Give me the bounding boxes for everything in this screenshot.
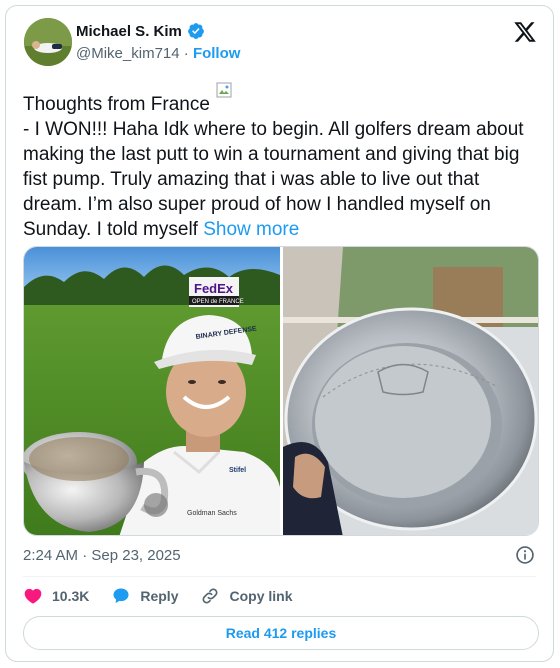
tweet-text: Thoughts from France - I WON!!! Haha Idk…: [23, 82, 538, 242]
divider: [23, 576, 536, 577]
link-icon: [203, 588, 218, 604]
action-bar: 10.3K Reply Copy link: [23, 584, 315, 608]
photo-winner-selfie[interactable]: FedEx OPEN de FRANCE Stifel Goldman Sach…: [24, 247, 280, 535]
reply-button[interactable]: Reply: [111, 586, 178, 606]
x-logo-icon[interactable]: [513, 20, 537, 44]
tweet-card: Michael S. Kim @Mike_kim714 · Follow Tho…: [5, 5, 554, 662]
author-name[interactable]: Michael S. Kim: [76, 23, 182, 40]
handle-separator: ·: [183, 45, 189, 62]
follow-link[interactable]: Follow: [193, 45, 241, 62]
shirt-sponsor-text: Goldman Sachs: [187, 510, 237, 517]
author-handle[interactable]: @Mike_kim714: [76, 45, 180, 62]
copy-link-button[interactable]: Copy link: [200, 586, 293, 606]
like-button[interactable]: 10.3K: [23, 586, 89, 606]
shirt-logo-text: Stifel: [229, 467, 246, 474]
info-icon[interactable]: [515, 545, 535, 565]
sign-brand-text: FedEx: [194, 281, 234, 296]
reply-label: Reply: [140, 588, 179, 604]
author-name-row: Michael S. Kim: [76, 22, 205, 40]
tweet-text-title: Thoughts from France: [23, 94, 210, 115]
timestamp[interactable]: 2:24 AM · Sep 23, 2025: [23, 547, 181, 564]
show-more-link[interactable]: Show more: [203, 219, 299, 240]
photo-trophy-plate[interactable]: [283, 247, 538, 535]
verified-badge-icon: [187, 23, 204, 39]
sign-sub-text: OPEN de FRANCE: [192, 299, 244, 305]
like-count: 10.3K: [52, 588, 90, 604]
heart-icon: [24, 588, 42, 604]
author-handle-row: @Mike_kim714 · Follow: [76, 45, 240, 62]
media-grid: FedEx OPEN de FRANCE Stifel Goldman Sach…: [23, 246, 539, 536]
read-replies-button[interactable]: Read 412 replies: [23, 616, 539, 650]
reply-bubble-icon: [113, 588, 129, 604]
copy-link-label: Copy link: [229, 588, 293, 604]
avatar[interactable]: [24, 18, 72, 66]
broken-image-icon: [216, 82, 232, 98]
